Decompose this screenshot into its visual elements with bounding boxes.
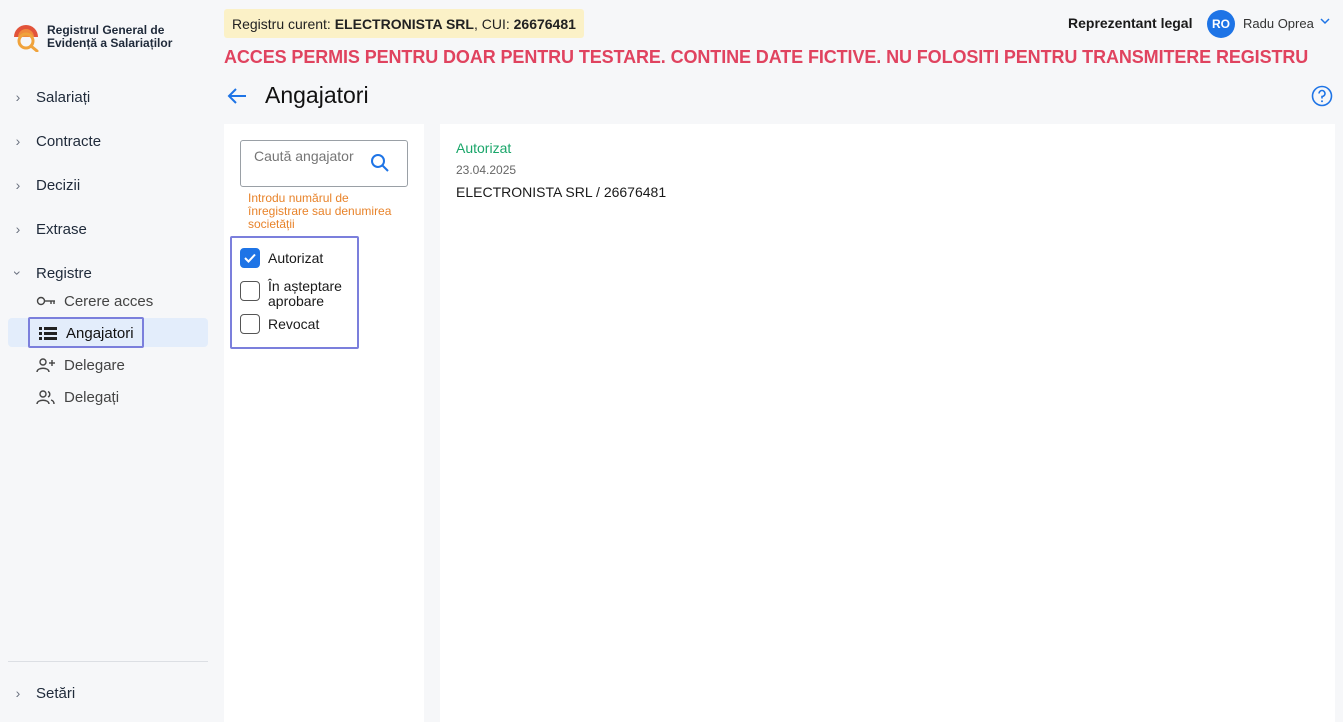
sidebar-item-contracte[interactable]: › Contracte (12, 129, 101, 153)
user-add-icon (36, 358, 55, 373)
logo-icon (14, 25, 39, 52)
sidebar-item-label: Extrase (36, 220, 87, 238)
sidebar-item-label: Salariați (36, 88, 91, 106)
chevron-right-icon: › (15, 89, 21, 105)
registry-name: ELECTRONISTA SRL (334, 15, 474, 32)
filter-in-asteptare[interactable]: În așteptare aprobare (240, 279, 342, 309)
sidebar-item-label: Contracte (36, 132, 102, 150)
filter-panel: Introdu numărul de înregistrare sau denu… (224, 124, 424, 722)
results-panel: Autorizat 23.04.2025 ELECTRONISTA SRL / … (440, 124, 1335, 722)
search-icon[interactable] (370, 153, 390, 173)
users-icon (36, 390, 55, 405)
search-box[interactable] (240, 140, 408, 187)
sidebar-subitem-label: Delegare (64, 356, 125, 374)
sidebar: Registrul General de Evidență a Salariaț… (0, 0, 216, 722)
search-hint: Introdu numărul de înregistrare sau denu… (248, 191, 392, 231)
test-warning-banner: ACCES PERMIS PENTRU DOAR PENTRU TESTARE.… (224, 47, 1309, 67)
filter-autorizat[interactable]: Autorizat (240, 248, 323, 268)
filter-label-line2: aprobare (268, 293, 325, 309)
sidebar-item-extrase[interactable]: › Extrase (12, 217, 87, 241)
chevron-right-icon: › (15, 685, 21, 701)
sidebar-item-label: Setări (36, 684, 76, 702)
highlight-box (28, 317, 144, 348)
status-badge: Autorizat (456, 140, 512, 156)
status-filter-group: Autorizat În așteptare aprobare Revocat (230, 236, 359, 349)
chevron-down-icon[interactable] (1318, 14, 1332, 28)
check-icon (244, 253, 256, 263)
sidebar-subitem-cerere-acces[interactable]: Cerere acces (36, 289, 153, 313)
user-name[interactable]: Radu Oprea (1243, 16, 1314, 31)
current-registry-badge: Registru curent: ELECTRONISTA SRL , CUI:… (224, 9, 584, 38)
checkbox[interactable] (240, 314, 260, 334)
result-date: 23.04.2025 (456, 163, 517, 177)
help-icon[interactable] (1311, 85, 1333, 107)
app-title-line2: Evidență a Salariaților (47, 36, 173, 50)
back-arrow-icon[interactable] (226, 86, 248, 106)
registry-cui: 26676481 (513, 15, 576, 32)
checkbox-checked[interactable] (240, 248, 260, 268)
chevron-down-icon: › (10, 270, 26, 276)
registry-prefix: Registru curent: (232, 15, 335, 32)
chevron-right-icon: › (15, 133, 21, 149)
key-icon (36, 296, 55, 306)
chevron-right-icon: › (15, 177, 21, 193)
filter-label-line1: În așteptare (268, 278, 342, 294)
app-logo[interactable]: Registrul General de Evidență a Salariaț… (12, 24, 177, 52)
checkbox[interactable] (240, 281, 260, 301)
sidebar-item-registre[interactable]: › Registre (10, 261, 92, 285)
registry-cui-prefix: , CUI: (473, 15, 514, 32)
sidebar-subitem-label: Cerere acces (64, 292, 154, 310)
filter-revocat[interactable]: Revocat (240, 314, 319, 334)
sidebar-item-label: Decizii (36, 176, 81, 194)
sidebar-item-salariati[interactable]: › Salariați (12, 85, 91, 109)
sidebar-subitem-label: Delegați (64, 388, 120, 406)
user-role: Reprezentant legal (1068, 15, 1193, 31)
chevron-right-icon: › (15, 221, 21, 237)
employer-name[interactable]: ELECTRONISTA SRL / 26676481 (456, 184, 666, 200)
sidebar-item-setari[interactable]: › Setări (12, 681, 76, 705)
sidebar-subitem-delegare[interactable]: Delegare (36, 353, 125, 377)
filter-label: Revocat (268, 316, 320, 332)
search-input[interactable] (254, 149, 364, 181)
sidebar-item-label: Registre (36, 264, 92, 282)
filter-label: Autorizat (268, 250, 324, 266)
app-title: Registrul General de Evidență a Salariaț… (47, 24, 177, 50)
sidebar-item-decizii[interactable]: › Decizii (12, 173, 81, 197)
sidebar-subitem-delegati[interactable]: Delegați (36, 385, 119, 409)
page-title: Angajatori (265, 82, 369, 108)
sidebar-divider (8, 661, 208, 662)
filter-label: În așteptare aprobare (268, 279, 342, 309)
avatar[interactable]: RO (1207, 10, 1235, 38)
